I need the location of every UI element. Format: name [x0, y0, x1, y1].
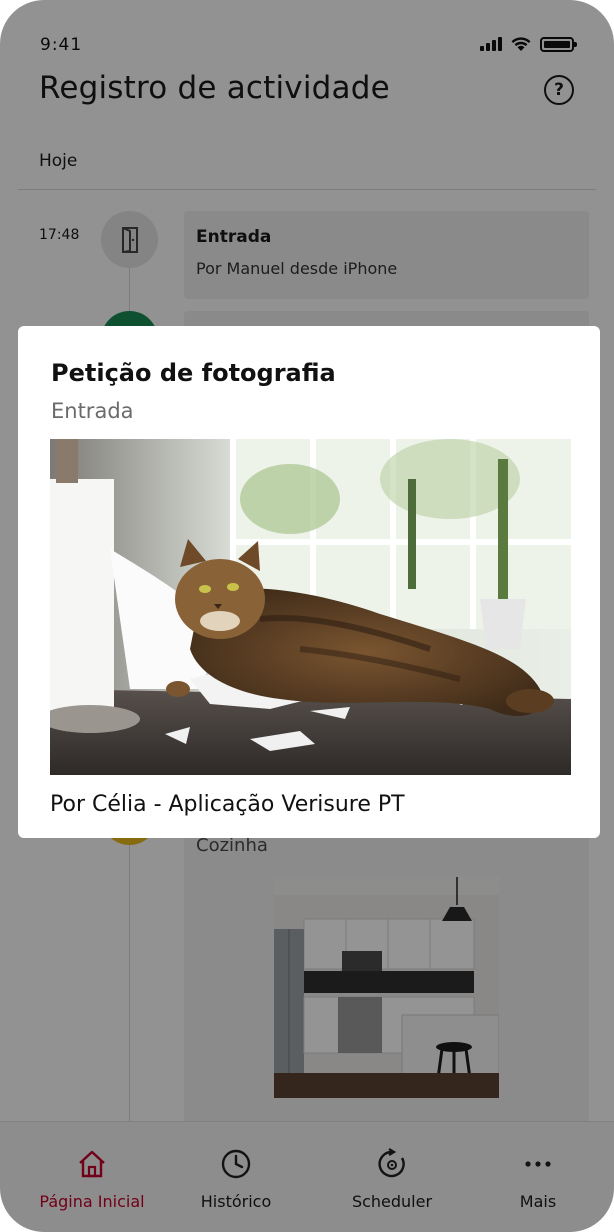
cat-on-counter-photo[interactable] — [50, 439, 571, 775]
modal-footer: Por Célia - Aplicação Verisure PT — [50, 792, 405, 817]
modal-title: Petição de fotografia — [51, 359, 336, 387]
photo-request-modal: Petição de fotografia Entrada Por Célia … — [18, 326, 600, 838]
app-screen: 9:41 Registro de actividade ? Hoje 17:48… — [0, 0, 614, 1232]
modal-subtitle: Entrada — [51, 399, 134, 423]
